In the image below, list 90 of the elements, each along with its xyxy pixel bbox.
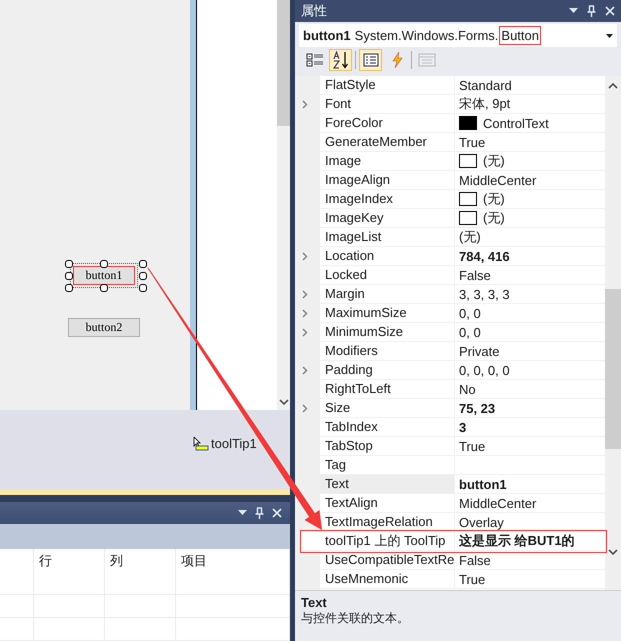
scrollbar[interactable]: [605, 76, 621, 590]
property-value[interactable]: (无): [483, 190, 505, 208]
object-selector[interactable]: button1 System.Windows.Forms. Button: [299, 24, 617, 47]
expand-icon[interactable]: [302, 309, 308, 318]
property-value[interactable]: (无): [483, 152, 505, 170]
component-label[interactable]: toolTip1: [211, 436, 257, 451]
property-name[interactable]: TabIndex: [320, 418, 455, 436]
property-value[interactable]: ControlText: [483, 116, 549, 130]
expand-icon[interactable]: [302, 252, 308, 261]
property-value[interactable]: 75, 23: [459, 400, 496, 416]
description-title: Text: [301, 595, 328, 610]
property-value[interactable]: True: [459, 134, 486, 150]
splitter-bar[interactable]: [190, 0, 197, 410]
resize-handle[interactable]: [100, 260, 108, 268]
scroll-down-icon[interactable]: [608, 549, 618, 556]
property-value[interactable]: (无): [483, 209, 505, 227]
object-name: button1: [303, 28, 351, 43]
expand-icon[interactable]: [302, 366, 308, 375]
property-name[interactable]: Padding: [320, 361, 455, 379]
tooltip-component-icon[interactable]: [193, 437, 209, 451]
description-text: 与控件关联的文本。: [301, 610, 410, 627]
property-name[interactable]: Font: [320, 95, 455, 113]
property-name[interactable]: GenerateMember: [320, 133, 455, 151]
column-header[interactable]: 列: [105, 549, 176, 594]
property-value[interactable]: button1: [459, 476, 507, 492]
property-name[interactable]: UseCompatibleTextRe: [320, 551, 455, 569]
close-icon[interactable]: [272, 508, 282, 518]
property-name[interactable]: MinimumSize: [320, 323, 455, 341]
property-value[interactable]: 这是显示 给BUT1的: [459, 532, 575, 550]
property-value[interactable]: True: [459, 438, 486, 454]
property-value[interactable]: 3, 3, 3, 3: [459, 286, 510, 302]
property-value[interactable]: 0, 0: [459, 324, 481, 340]
property-name[interactable]: TabStop: [320, 437, 455, 455]
form-button[interactable]: button2: [68, 318, 140, 337]
alphabetical-icon[interactable]: [329, 48, 352, 70]
property-name[interactable]: Margin: [320, 285, 455, 303]
property-value[interactable]: 3: [459, 420, 466, 434]
property-name[interactable]: Text: [320, 475, 455, 493]
property-value[interactable]: (无): [459, 228, 481, 246]
property-value[interactable]: Overlay: [459, 514, 504, 530]
property-value[interactable]: 0, 0, 0, 0: [459, 362, 510, 378]
property-value[interactable]: 0, 0: [459, 306, 481, 320]
object-namespace: System.Windows.Forms.: [354, 28, 498, 43]
expand-icon[interactable]: [302, 290, 308, 299]
scroll-down-icon[interactable]: [278, 399, 288, 406]
property-value[interactable]: MiddleCenter: [459, 172, 536, 188]
property-value[interactable]: False: [459, 552, 491, 568]
properties-icon[interactable]: [359, 48, 382, 70]
pin-icon[interactable]: [255, 507, 264, 519]
dropdown-icon[interactable]: [569, 8, 578, 14]
property-name[interactable]: Tag: [320, 456, 455, 474]
dropdown-icon[interactable]: [606, 34, 613, 38]
property-name[interactable]: Image: [320, 152, 455, 170]
panel-title: 属性: [301, 2, 327, 20]
property-name[interactable]: Locked: [320, 266, 455, 284]
property-value[interactable]: 宋体, 9pt: [459, 95, 510, 113]
property-name[interactable]: UseMnemonic: [320, 570, 455, 588]
scrollbar[interactable]: [277, 0, 290, 410]
property-value[interactable]: No: [459, 382, 476, 396]
property-value[interactable]: MiddleCenter: [459, 496, 536, 510]
property-name[interactable]: ImageIndex: [320, 190, 455, 208]
resize-handle[interactable]: [100, 284, 108, 292]
property-name[interactable]: RightToLeft: [320, 380, 455, 398]
property-name[interactable]: FlatStyle: [320, 76, 455, 94]
property-name[interactable]: Size: [320, 399, 455, 417]
property-name[interactable]: ImageKey: [320, 209, 455, 227]
dropdown-icon[interactable]: [238, 510, 247, 516]
property-name[interactable]: ForeColor: [320, 114, 455, 132]
property-name[interactable]: ImageAlign: [320, 171, 455, 189]
property-name[interactable]: Location: [320, 247, 455, 265]
property-name[interactable]: ImageList: [320, 228, 455, 246]
expand-icon[interactable]: [302, 328, 308, 337]
scroll-up-icon[interactable]: [608, 82, 618, 89]
property-name[interactable]: toolTip1 上的 ToolTip: [320, 532, 455, 550]
form-button[interactable]: button1: [73, 266, 135, 285]
column-header[interactable]: 行: [34, 549, 105, 594]
property-name[interactable]: TextAlign: [320, 494, 455, 512]
property-value[interactable]: False: [459, 268, 491, 282]
property-value[interactable]: Private: [459, 344, 500, 358]
column-header[interactable]: 项目: [176, 549, 290, 594]
object-class: Button: [501, 28, 539, 43]
property-value[interactable]: 784, 416: [459, 248, 510, 264]
expand-icon[interactable]: [302, 404, 308, 413]
property-name[interactable]: MaximumSize: [320, 304, 455, 322]
close-icon[interactable]: [605, 6, 615, 16]
property-name[interactable]: Modifiers: [320, 342, 455, 360]
property-value[interactable]: True: [459, 572, 486, 586]
expand-icon[interactable]: [302, 100, 308, 109]
pin-icon[interactable]: [587, 5, 596, 17]
property-value[interactable]: Standard: [459, 78, 512, 92]
